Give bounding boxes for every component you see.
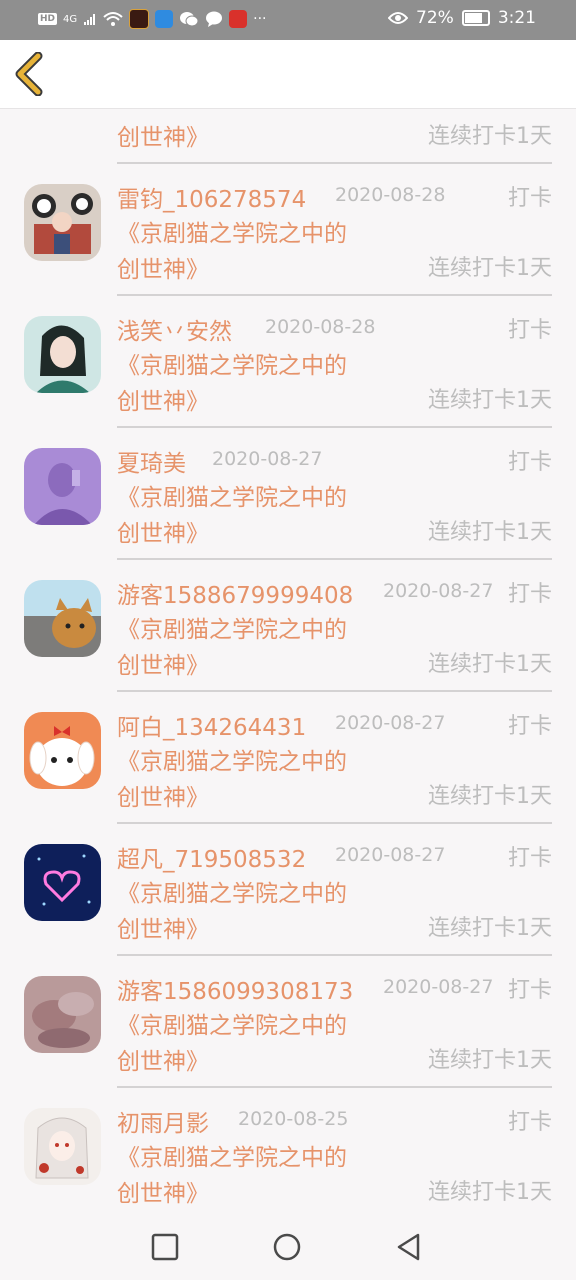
avatar[interactable] (24, 844, 101, 921)
user-name: 浅笑丷安然 (117, 319, 232, 345)
list-item[interactable]: 创世神》 连续打卡1天 (0, 108, 576, 164)
streak-label: 连续打卡1天 (428, 1048, 552, 1073)
avatar[interactable] (24, 976, 101, 1053)
recents-button[interactable] (150, 1232, 180, 1262)
avatar[interactable] (24, 1108, 101, 1185)
checkin-label: 打卡 (507, 714, 552, 739)
checkin-label: 打卡 (507, 450, 552, 475)
user-name: 雷钧_106278574 (117, 187, 307, 213)
streak-label: 连续打卡1天 (428, 1180, 552, 1205)
checkin-label: 打卡 (507, 186, 552, 211)
eye-icon (388, 12, 409, 24)
circle-icon (273, 1233, 301, 1261)
avatar[interactable] (24, 448, 101, 525)
message-icon (206, 11, 223, 27)
browser-notification-icon (155, 10, 174, 28)
user-name: 超凡_719508532 (117, 847, 307, 873)
list-item[interactable]: 游客1586099308173 2020-08-27 打卡 《京剧猫之学院之中的… (0, 956, 576, 1088)
book-title-line2: 创世神》 (117, 917, 209, 943)
book-title-line1: 《京剧猫之学院之中的 (117, 485, 347, 511)
book-title-line1: 《京剧猫之学院之中的 (117, 221, 347, 247)
checkin-label: 打卡 (507, 582, 552, 607)
battery-percent: 72% (416, 8, 454, 28)
book-title-line2: 创世神》 (117, 257, 209, 283)
battery-icon (461, 10, 490, 26)
list-item[interactable]: 初雨月影 2020-08-25 打卡 《京剧猫之学院之中的 创世神》 连续打卡1… (0, 1088, 576, 1214)
streak-label: 连续打卡1天 (428, 388, 552, 413)
book-title-line1: 《京剧猫之学院之中的 (117, 1013, 347, 1039)
user-name: 游客1588679999408 (117, 583, 354, 609)
wechat-icon (180, 12, 199, 27)
wifi-icon (103, 12, 123, 26)
user-name: 游客1586099308173 (117, 979, 354, 1005)
list-item[interactable]: 浅笑丷安然 2020-08-28 打卡 《京剧猫之学院之中的 创世神》 连续打卡… (0, 296, 576, 428)
book-title-line1: 《京剧猫之学院之中的 (117, 749, 347, 775)
user-name: 初雨月影 (117, 1111, 209, 1137)
checkin-date: 2020-08-25 (238, 1108, 349, 1130)
book-title-line2: 创世神》 (117, 389, 209, 415)
streak-label: 连续打卡1天 (428, 256, 552, 281)
checkin-date: 2020-08-27 (335, 712, 446, 734)
network-type: 4G (63, 13, 78, 25)
streak-label: 连续打卡1天 (428, 916, 552, 941)
book-title-line1: 《京剧猫之学院之中的 (117, 617, 347, 643)
list-item[interactable]: 雷钧_106278574 2020-08-28 打卡 《京剧猫之学院之中的 创世… (0, 164, 576, 296)
streak-label: 连续打卡1天 (428, 652, 552, 677)
book-title-line1: 《京剧猫之学院之中的 (117, 1145, 347, 1171)
checkin-label: 打卡 (507, 318, 552, 343)
more-notifications: ··· (253, 11, 267, 27)
book-title-line2: 创世神》 (117, 521, 209, 547)
checkin-label: 打卡 (507, 1110, 552, 1135)
avatar[interactable] (24, 184, 101, 261)
status-right: 72% 3:21 (388, 8, 536, 28)
book-title-line2: 创世神》 (117, 785, 209, 811)
book-title-line2: 创世神》 (117, 125, 209, 151)
list-item[interactable]: 游客1588679999408 2020-08-27 打卡 《京剧猫之学院之中的… (0, 560, 576, 692)
user-name: 阿白_134264431 (117, 715, 307, 741)
back-button[interactable] (14, 51, 50, 97)
list-item[interactable]: 超凡_719508532 2020-08-27 打卡 《京剧猫之学院之中的 创世… (0, 824, 576, 956)
streak-label: 连续打卡1天 (428, 520, 552, 545)
book-title-line1: 《京剧猫之学院之中的 (117, 353, 347, 379)
square-icon (151, 1233, 179, 1261)
checkin-date: 2020-08-27 (383, 580, 494, 602)
checkin-date: 2020-08-28 (265, 316, 376, 338)
home-button[interactable] (272, 1232, 302, 1262)
chevron-left-icon (15, 51, 43, 97)
book-title-line1: 《京剧猫之学院之中的 (117, 881, 347, 907)
signal-icon (84, 14, 96, 25)
app-notification-icon (129, 9, 150, 29)
streak-label: 连续打卡1天 (428, 124, 552, 149)
checkin-date: 2020-08-27 (212, 448, 323, 470)
page-header (0, 40, 576, 109)
book-title-line2: 创世神》 (117, 653, 209, 679)
checkin-date: 2020-08-28 (335, 184, 446, 206)
list-item[interactable]: 夏琦美 2020-08-27 打卡 《京剧猫之学院之中的 创世神》 连续打卡1天 (0, 428, 576, 560)
system-nav-bar (0, 1214, 576, 1280)
status-bar: HD 4G ··· 72% 3:21 (0, 0, 576, 40)
red-app-notification-icon (229, 10, 248, 28)
user-name: 夏琦美 (117, 451, 186, 477)
checkin-label: 打卡 (507, 846, 552, 871)
status-left: HD 4G ··· (38, 9, 267, 29)
hd-badge: HD (38, 13, 58, 25)
clock: 3:21 (497, 8, 536, 28)
book-title-line2: 创世神》 (117, 1181, 209, 1207)
avatar[interactable] (24, 580, 101, 657)
streak-label: 连续打卡1天 (428, 784, 552, 809)
avatar[interactable] (24, 316, 101, 393)
list-item[interactable]: 阿白_134264431 2020-08-27 打卡 《京剧猫之学院之中的 创世… (0, 692, 576, 824)
triangle-back-icon (397, 1233, 420, 1261)
book-title-line2: 创世神》 (117, 1049, 209, 1075)
checkin-date: 2020-08-27 (335, 844, 446, 866)
checkin-date: 2020-08-27 (383, 976, 494, 998)
back-nav-button[interactable] (394, 1232, 424, 1262)
checkin-list[interactable]: 创世神》 连续打卡1天 雷钧_106278574 2020-08-28 打卡 《… (0, 108, 576, 1214)
avatar[interactable] (24, 712, 101, 789)
checkin-label: 打卡 (507, 978, 552, 1003)
